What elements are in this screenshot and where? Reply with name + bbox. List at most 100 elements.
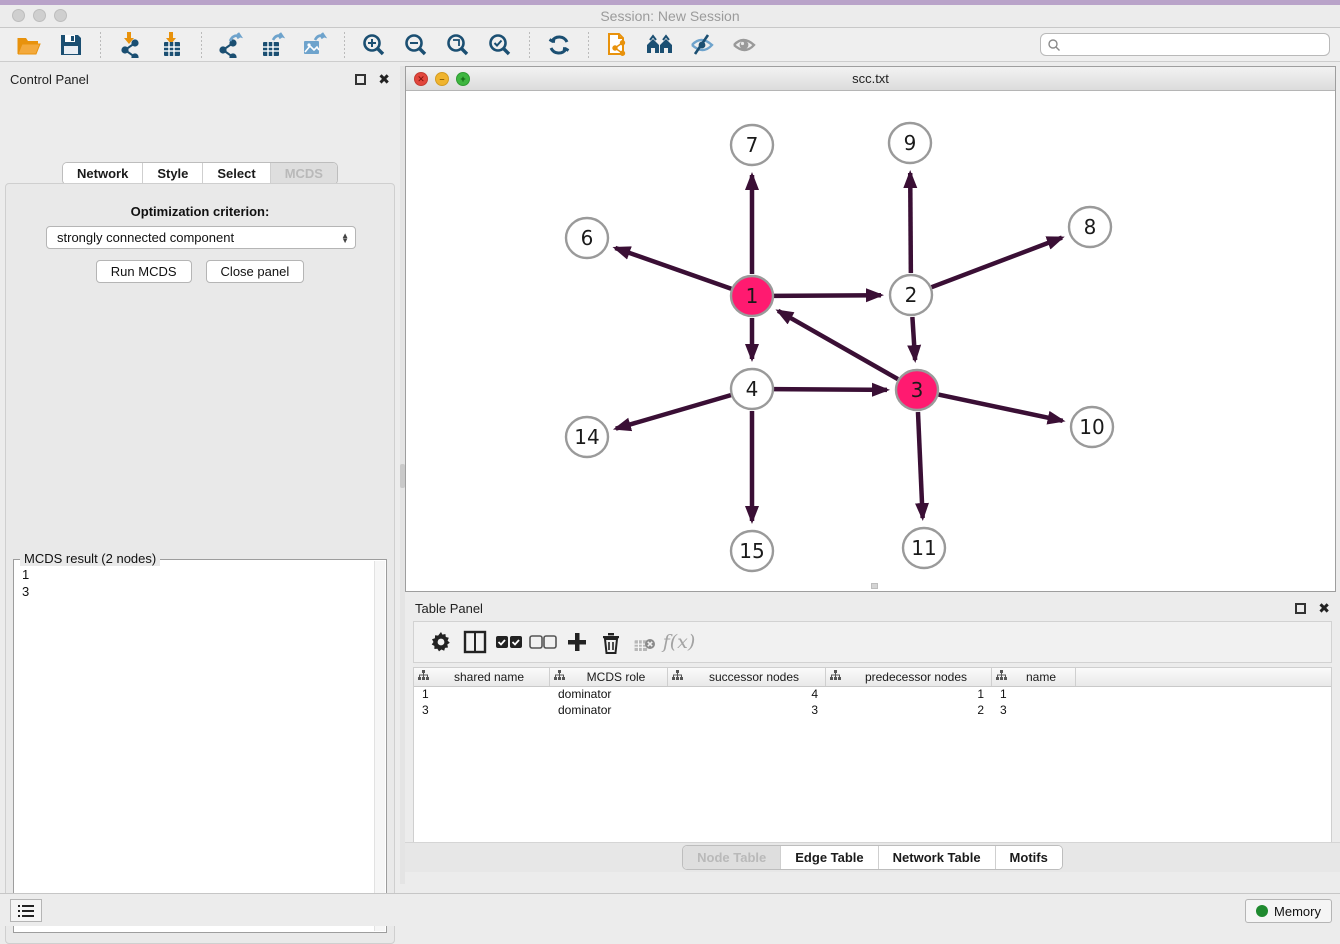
node-7[interactable]: 7 [731,125,773,165]
hide-selected-icon[interactable] [687,31,717,59]
node-11[interactable]: 11 [903,528,945,568]
mcds-panel: Optimization criterion: strongly connect… [5,183,395,944]
open-file-icon[interactable] [14,31,44,59]
edge-1-6[interactable] [615,248,731,289]
float-table-panel-icon[interactable] [1295,603,1306,614]
edge-2-3[interactable] [912,317,915,360]
svg-text:6: 6 [581,226,594,250]
node-10[interactable]: 10 [1071,407,1113,447]
network-window-title: scc.txt [406,71,1335,86]
export-network-icon[interactable] [216,31,246,59]
status-bar: Memory [0,893,1340,926]
tab-style[interactable]: Style [143,163,203,184]
edge-2-8[interactable] [932,238,1062,288]
mcds-result-text[interactable]: 1 3 [14,560,386,606]
close-panel-icon[interactable]: ✖ [378,72,390,86]
column-header-name[interactable]: name [992,668,1076,686]
titlebar: Session: New Session [0,5,1340,28]
show-all-icon[interactable] [729,31,759,59]
toolbar-separator [100,32,101,58]
refresh-icon[interactable] [544,31,574,59]
search-input[interactable] [1061,38,1323,52]
export-image-icon[interactable] [300,31,330,59]
node-4[interactable]: 4 [731,369,773,409]
edge-3-10[interactable] [939,395,1063,421]
float-panel-icon[interactable] [355,74,366,85]
gear-icon[interactable] [424,627,458,657]
add-column-icon[interactable] [560,627,594,657]
tab-motifs[interactable]: Motifs [996,846,1062,869]
criterion-select[interactable]: strongly connected component ▲▼ [46,226,356,249]
edge-3-11[interactable] [918,412,923,518]
import-table-icon[interactable] [157,31,187,59]
cell[interactable]: 1 [414,687,550,703]
export-table-icon[interactable] [258,31,288,59]
criterion-value: strongly connected component [57,230,234,245]
cell[interactable]: 3 [414,703,550,719]
task-history-button[interactable] [10,899,42,922]
cell[interactable]: 2 [826,703,992,719]
edge-4-3[interactable] [774,389,887,390]
network-resize-grip[interactable] [871,583,878,589]
run-mcds-button[interactable]: Run MCDS [96,260,192,283]
tab-select[interactable]: Select [203,163,270,184]
mcds-result-box: MCDS result (2 nodes) 1 3 [13,559,387,933]
memory-button[interactable]: Memory [1245,899,1332,923]
svg-text:11: 11 [911,536,936,560]
table-row[interactable]: 1dominator411 [414,687,1331,703]
network-canvas[interactable]: 7 9 6 8 1 2 4 3 14 10 15 11 [406,91,1335,591]
tab-edge-table[interactable]: Edge Table [781,846,878,869]
node-9[interactable]: 9 [889,123,931,163]
column-header-MCDS-role[interactable]: MCDS role [550,668,668,686]
cell[interactable]: 4 [668,687,826,703]
window-title: Session: New Session [0,8,1340,24]
cell[interactable]: 3 [668,703,826,719]
node-3[interactable]: 3 [896,370,938,410]
svg-text:4: 4 [746,377,759,401]
zoom-fit-icon[interactable] [443,31,473,59]
cell[interactable]: dominator [550,703,668,719]
node-6[interactable]: 6 [566,218,608,258]
search-box[interactable] [1040,33,1330,56]
network-window-titlebar[interactable]: ✕ – + scc.txt [406,67,1335,91]
first-neighbors-icon[interactable] [645,31,675,59]
select-all-columns-icon[interactable] [492,627,526,657]
edge-2-9[interactable] [910,173,911,273]
node-1[interactable]: 1 [731,276,773,316]
zoom-in-icon[interactable] [359,31,389,59]
new-network-icon[interactable] [603,31,633,59]
split-columns-icon[interactable] [458,627,492,657]
node-table-header[interactable]: shared nameMCDS rolesuccessor nodesprede… [414,668,1331,687]
unselect-all-columns-icon[interactable] [526,627,560,657]
cell[interactable]: dominator [550,687,668,703]
cell[interactable]: 3 [992,703,1076,719]
close-panel-button[interactable]: Close panel [206,260,305,283]
zoom-selected-icon[interactable] [485,31,515,59]
delete-column-icon[interactable] [594,627,628,657]
tab-network[interactable]: Network [63,163,143,184]
node-8[interactable]: 8 [1069,207,1111,247]
mcds-result-scrollbar[interactable] [374,561,385,931]
cell[interactable]: 1 [826,687,992,703]
tab-node-table[interactable]: Node Table [683,846,781,869]
node-2[interactable]: 2 [890,275,932,315]
zoom-out-icon[interactable] [401,31,431,59]
table-row[interactable]: 3dominator323 [414,703,1331,719]
import-network-icon[interactable] [115,31,145,59]
node-14[interactable]: 14 [566,417,608,457]
edge-4-14[interactable] [616,395,731,428]
close-table-panel-icon[interactable]: ✖ [1318,601,1330,615]
edge-3-1[interactable] [778,311,898,379]
edge-1-2[interactable] [774,295,881,296]
tab-mcds[interactable]: MCDS [271,163,337,184]
save-session-icon[interactable] [56,31,86,59]
tab-network-table[interactable]: Network Table [879,846,996,869]
column-header-predecessor-nodes[interactable]: predecessor nodes [826,668,992,686]
hierarchy-icon [672,670,683,684]
cell[interactable]: 1 [992,687,1076,703]
column-header-successor-nodes[interactable]: successor nodes [668,668,826,686]
node-table[interactable]: shared nameMCDS rolesuccessor nodesprede… [413,667,1332,843]
node-15[interactable]: 15 [731,531,773,571]
column-header-shared-name[interactable]: shared name [414,668,550,686]
network-graph[interactable]: 7 9 6 8 1 2 4 3 14 10 15 11 [406,91,1335,591]
